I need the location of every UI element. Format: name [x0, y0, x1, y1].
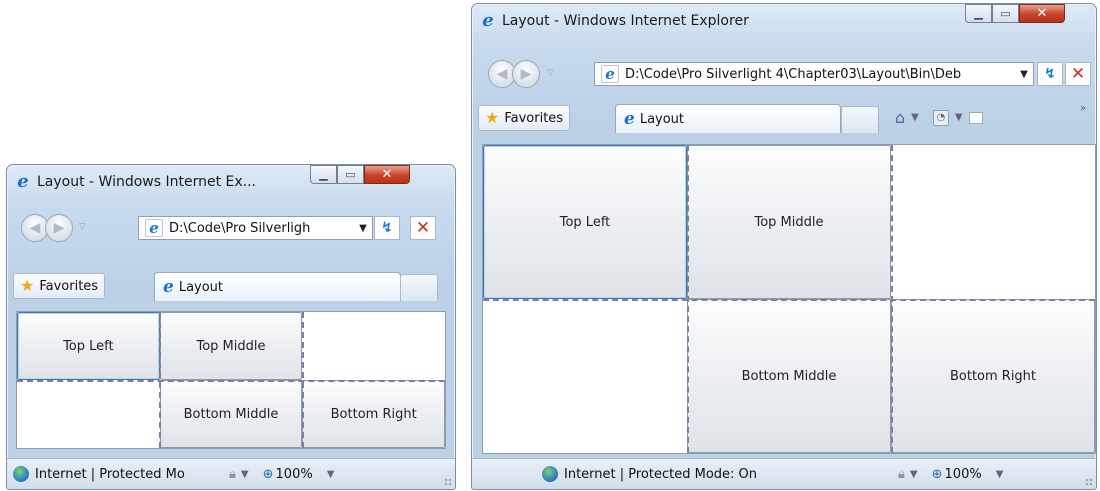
- feeds-dropdown-icon[interactable]: ▼: [955, 112, 963, 123]
- cell-bottom-left: [483, 299, 687, 453]
- address-bar[interactable]: e D:\Code\Pro Silverlight 4\Chapter03\La…: [594, 62, 1034, 86]
- bottom-middle-button[interactable]: Bottom Middle: [687, 299, 891, 453]
- cell-bottom-middle: Bottom Middle: [159, 380, 303, 448]
- stop-icon[interactable]: ✕: [1065, 62, 1091, 86]
- address-dropdown-icon[interactable]: ▼: [354, 223, 372, 234]
- tab-label: Layout: [639, 111, 685, 127]
- globe-icon: [542, 466, 558, 482]
- title-bar[interactable]: e Layout - Windows Internet Explorer ▁ ▭…: [472, 4, 1096, 38]
- window-title: Layout - Windows Internet Explorer: [502, 13, 749, 29]
- close-button[interactable]: ✕: [364, 165, 410, 184]
- resize-grip-icon[interactable]: [444, 478, 452, 486]
- maximize-button[interactable]: ▭: [337, 165, 364, 184]
- status-text: Internet | Protected Mo: [35, 466, 185, 482]
- internet-explorer-icon: e: [482, 10, 494, 31]
- security-zone-icon[interactable]: 🔒︎: [229, 467, 236, 482]
- page-icon: e: [145, 219, 163, 237]
- home-dropdown-icon[interactable]: ▼: [911, 112, 919, 123]
- top-middle-button[interactable]: Top Middle: [687, 145, 891, 299]
- page-icon: e: [601, 65, 619, 83]
- close-button[interactable]: ✕: [1019, 4, 1065, 23]
- page-content: Top Left Top Middle Bottom Middle Bottom…: [482, 144, 1096, 454]
- grid-line-horizontal: [483, 299, 1095, 301]
- favorites-label: Favorites: [39, 278, 99, 294]
- tab-bar: ★ Favorites e Layout ⌂ ▼ ◔ ▼ »: [472, 101, 1096, 133]
- rss-icon[interactable]: ◔: [932, 109, 949, 126]
- internet-explorer-icon: e: [624, 109, 635, 129]
- page-content: Top Left Top Middle Bottom Middle Bottom…: [16, 311, 446, 449]
- cell-top-right: [891, 145, 1095, 299]
- chevron-right-icon[interactable]: »: [1080, 103, 1086, 114]
- navigation-bar: ◀ ▶ ▽ e D:\Code\Pro Silverlight 4\Chapte…: [472, 57, 1096, 91]
- top-left-button[interactable]: Top Left: [483, 145, 687, 299]
- favorites-button[interactable]: ★ Favorites: [478, 105, 571, 131]
- title-bar[interactable]: e Layout - Windows Internet Ex... ▁ ▭ ✕: [7, 165, 455, 199]
- cell-top-right: [302, 312, 445, 380]
- address-dropdown-icon[interactable]: ▼: [1015, 69, 1033, 80]
- cell-bottom-right: Bottom Right: [891, 299, 1095, 453]
- top-left-button[interactable]: Top Left: [17, 312, 160, 380]
- top-middle-button[interactable]: Top Middle: [159, 312, 303, 380]
- new-tab-button[interactable]: [400, 274, 438, 301]
- caption-buttons: ▁ ▭ ✕: [310, 165, 410, 184]
- cell-top-left: Top Left: [17, 312, 160, 380]
- zone-dropdown-icon[interactable]: ▼: [241, 469, 249, 480]
- cell-bottom-middle: Bottom Middle: [687, 299, 891, 453]
- grid-line-horizontal: [17, 380, 445, 382]
- new-tab-button[interactable]: [841, 106, 879, 133]
- caption-buttons: ▁ ▭ ✕: [965, 4, 1065, 23]
- bottom-middle-button[interactable]: Bottom Middle: [159, 380, 303, 448]
- navigation-bar: ◀ ▶ ▽ e D:\Code\Pro Silverligh ▼ ↯ ✕: [7, 211, 455, 245]
- resize-grip-icon[interactable]: [1085, 478, 1093, 486]
- tab-layout[interactable]: e Layout: [615, 104, 841, 133]
- refresh-icon[interactable]: ↯: [374, 216, 400, 240]
- status-bar: Internet | Protected Mode: On 🔒︎ ▼ ⊕ 100…: [472, 458, 1096, 489]
- tab-layout[interactable]: e Layout: [154, 272, 401, 301]
- magnifier-icon: ⊕: [931, 466, 943, 482]
- zoom-level[interactable]: 100%: [945, 467, 982, 482]
- cell-top-middle: Top Middle: [159, 312, 303, 380]
- recent-pages-dropdown-icon[interactable]: ▽: [79, 222, 86, 232]
- zoom-level[interactable]: 100%: [276, 467, 313, 482]
- internet-explorer-icon: e: [163, 277, 174, 297]
- browser-window-small: e Layout - Windows Internet Ex... ▁ ▭ ✕ …: [6, 164, 456, 490]
- minimize-button[interactable]: ▁: [965, 4, 992, 23]
- globe-icon: [13, 466, 29, 482]
- cell-top-middle: Top Middle: [687, 145, 891, 299]
- address-text: D:\Code\Pro Silverligh: [169, 220, 311, 236]
- magnifier-icon: ⊕: [262, 466, 274, 482]
- stop-icon[interactable]: ✕: [410, 216, 436, 240]
- bottom-right-button[interactable]: Bottom Right: [302, 380, 445, 448]
- tab-bar: ★ Favorites e Layout: [7, 269, 455, 301]
- minimize-button[interactable]: ▁: [310, 165, 337, 184]
- status-text: Internet | Protected Mode: On: [564, 466, 758, 482]
- command-bar: ⌂ ▼ ◔ ▼: [895, 108, 983, 127]
- favorites-button[interactable]: ★ Favorites: [13, 273, 106, 299]
- forward-arrow-icon[interactable]: ▶: [45, 214, 73, 242]
- zoom-dropdown-icon[interactable]: ▼: [996, 469, 1004, 480]
- address-text: D:\Code\Pro Silverlight 4\Chapter03\Layo…: [625, 66, 962, 82]
- browser-window-large: e Layout - Windows Internet Explorer ▁ ▭…: [471, 3, 1097, 490]
- home-icon[interactable]: ⌂: [895, 108, 905, 127]
- recent-pages-dropdown-icon[interactable]: ▽: [547, 68, 554, 78]
- maximize-button[interactable]: ▭: [992, 4, 1019, 23]
- mail-icon[interactable]: [968, 111, 983, 124]
- star-icon: ★: [20, 276, 35, 295]
- status-bar: Internet | Protected Mo 🔒︎ ▼ ⊕ 100% ▼: [7, 458, 455, 489]
- address-bar[interactable]: e D:\Code\Pro Silverligh ▼: [138, 216, 373, 240]
- forward-arrow-icon[interactable]: ▶: [512, 60, 540, 88]
- star-icon: ★: [485, 108, 500, 127]
- zoom-dropdown-icon[interactable]: ▼: [327, 469, 335, 480]
- favorites-label: Favorites: [504, 110, 564, 126]
- cell-top-left: Top Left: [483, 145, 687, 299]
- zone-dropdown-icon[interactable]: ▼: [910, 469, 918, 480]
- window-title: Layout - Windows Internet Ex...: [37, 174, 257, 190]
- cell-bottom-right: Bottom Right: [302, 380, 445, 448]
- bottom-right-button[interactable]: Bottom Right: [891, 299, 1095, 453]
- security-zone-icon[interactable]: 🔒︎: [898, 467, 905, 482]
- internet-explorer-icon: e: [17, 171, 29, 192]
- tab-label: Layout: [178, 279, 224, 295]
- refresh-icon[interactable]: ↯: [1037, 62, 1063, 86]
- cell-bottom-left: [17, 380, 160, 448]
